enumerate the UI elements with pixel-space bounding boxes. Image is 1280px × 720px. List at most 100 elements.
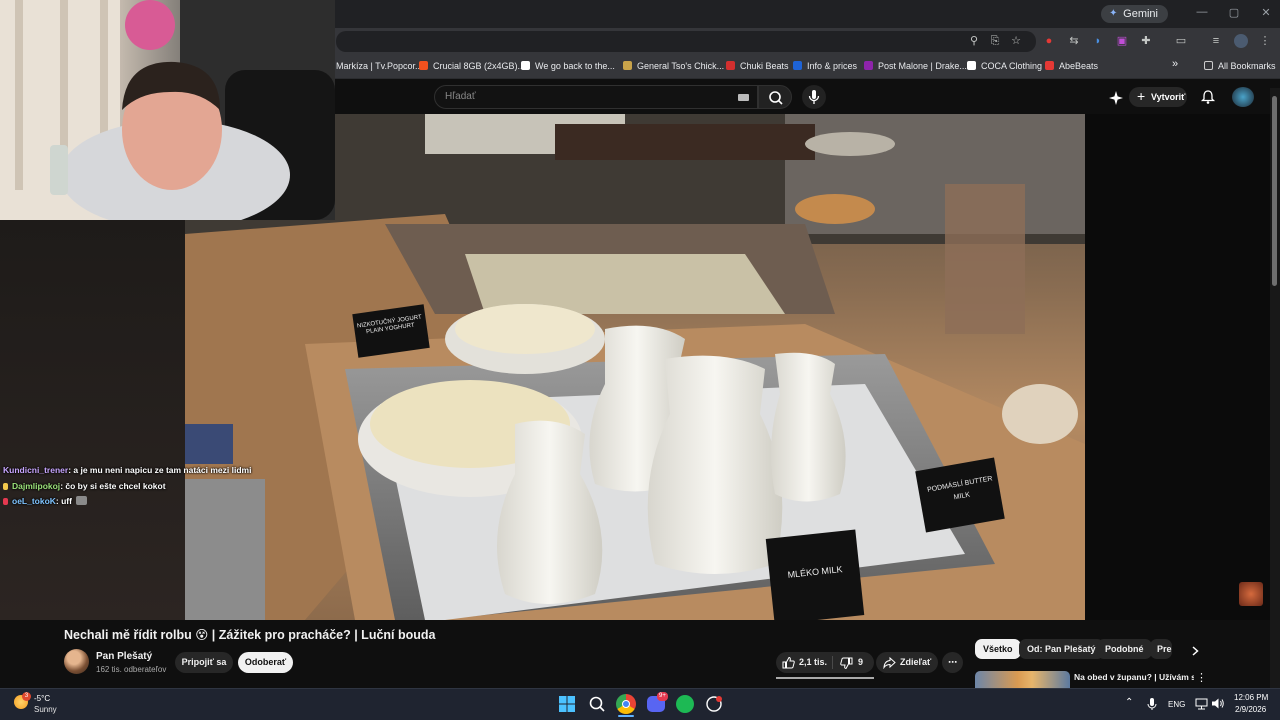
minimize-icon[interactable]: — (1192, 6, 1212, 18)
app-taskbar-icon[interactable] (705, 695, 723, 713)
bookmark-item[interactable]: COCA Clothing (967, 61, 1042, 71)
bookmark-favicon-icon (623, 61, 632, 70)
subscriber-count: 162 tis. odberateľov (96, 665, 167, 674)
notification-center-icon[interactable] (1267, 696, 1273, 710)
search-button[interactable] (758, 85, 792, 109)
tray-microphone-icon[interactable] (1146, 697, 1158, 711)
windows-start-icon[interactable] (558, 695, 576, 713)
chip-from-channel[interactable]: Od: Pan Plešatý (1019, 639, 1104, 659)
split-view-icon[interactable]: ▭ (1174, 34, 1188, 48)
bookmark-item[interactable]: Post Malone | Drake... (864, 61, 967, 71)
chat-username: Kundicni_trener (3, 465, 69, 475)
more-actions-button[interactable]: ⋯ (942, 652, 963, 673)
taskbar-search-icon[interactable] (588, 695, 606, 713)
like-dislike-group: 2,1 tis. 9 (776, 652, 874, 673)
webcam-overlay (0, 0, 335, 220)
volume-icon[interactable] (1211, 697, 1225, 710)
bookmark-favicon-icon (967, 61, 976, 70)
extension-red-icon[interactable]: ● (1042, 34, 1056, 48)
language-indicator[interactable]: ENG (1168, 700, 1185, 709)
chat-badge-icon (3, 498, 8, 505)
address-bar[interactable] (336, 31, 1036, 52)
chat-badge-icon (3, 482, 8, 490)
clock-date[interactable]: 2/9/2026 (1235, 705, 1266, 714)
join-button[interactable]: Pripojiť sa (175, 652, 233, 673)
scrollbar-thumb[interactable] (1272, 96, 1277, 286)
weather-temperature[interactable]: -5°C (34, 694, 50, 703)
folder-icon (1204, 61, 1213, 70)
bookmark-favicon-icon (419, 61, 428, 70)
chrome-taskbar-icon[interactable] (616, 694, 636, 714)
webcam-feed (0, 0, 335, 220)
create-button[interactable]: Vytvoriť (1129, 86, 1187, 107)
spotify-taskbar-icon[interactable] (676, 695, 694, 713)
channel-avatar[interactable] (64, 649, 89, 674)
channel-name[interactable]: Pan Plešatý (96, 651, 152, 662)
chip-all[interactable]: Všetko (975, 639, 1021, 659)
chrome-active-indicator (618, 715, 634, 717)
subscribe-button[interactable]: Odoberať (238, 652, 293, 673)
chat-text: : a je mu neni napicu ze tam natáci mezi… (68, 465, 252, 475)
bookmark-item[interactable]: Crucial 8GB (2x4GB)... (419, 61, 525, 71)
like-count[interactable]: 2,1 tis. (799, 652, 827, 673)
player-side-area (1085, 114, 1270, 620)
discord-badge: 9+ (657, 692, 668, 701)
recommendation-menu-icon[interactable]: ⋮ (1196, 671, 1207, 684)
weather-condition[interactable]: Sunny (34, 705, 57, 714)
extension-arrows-icon[interactable]: ⇆ (1067, 34, 1081, 48)
close-icon[interactable]: ✕ (1256, 6, 1276, 19)
bookmark-item[interactable]: AbeBeats (1045, 61, 1098, 71)
bookmark-item[interactable]: Markíza | Tv.Popcor... (336, 61, 423, 71)
bookmark-item[interactable]: General Tso's Chick... (623, 61, 724, 71)
dislike-count[interactable]: 9 (858, 652, 863, 673)
thumbs-down-icon[interactable] (840, 657, 853, 670)
search-placeholder: Hľadať (445, 91, 476, 102)
tray-overflow-icon[interactable]: ⌃ (1125, 697, 1133, 708)
chip-for-you[interactable]: Pre (1150, 639, 1172, 659)
gemini-button[interactable]: Gemini (1101, 5, 1168, 23)
like-divider (832, 656, 833, 669)
extensions-puzzle-icon[interactable]: ✚ (1139, 34, 1153, 48)
chat-message: oeL_tokoK: uff (3, 494, 263, 510)
bookmark-item[interactable]: Chuki Beats (726, 61, 789, 71)
chip-related[interactable]: Podobné (1097, 639, 1152, 659)
notifications-bell-icon[interactable] (1200, 89, 1216, 105)
extension-twitch-icon[interactable]: ▣ (1115, 34, 1129, 48)
recommendation-title[interactable]: Na obed v županu? | Užívám si (1074, 672, 1194, 682)
channel-watermark-icon[interactable] (1239, 582, 1263, 606)
recommendation-thumbnail[interactable] (975, 671, 1070, 689)
bookmarks-overflow-icon[interactable]: » (1172, 58, 1178, 70)
page-scrollbar[interactable] (1270, 88, 1280, 688)
share-arrow-icon (883, 656, 896, 669)
gemini-sparkle-icon[interactable] (1108, 90, 1124, 106)
bookmark-item[interactable]: Info & prices (793, 61, 857, 71)
reading-list-icon[interactable]: ≡ (1209, 34, 1223, 48)
bookmark-favicon-icon (864, 61, 873, 70)
zoom-icon[interactable]: ⚲ (967, 34, 981, 48)
network-icon[interactable] (1195, 697, 1208, 710)
account-avatar[interactable] (1232, 87, 1254, 107)
install-app-icon[interactable]: ⎘ (988, 34, 1002, 48)
keyboard-icon[interactable] (738, 94, 749, 101)
cat-emote-icon (75, 496, 87, 505)
bookmark-favicon-icon (726, 61, 735, 70)
share-button[interactable]: Zdieľať (876, 652, 938, 673)
thumbs-up-icon[interactable] (782, 656, 795, 669)
chevron-right-icon[interactable] (1188, 644, 1202, 658)
video-title: Nechali mě řídit rolbu 😵 | Zážitek pro p… (64, 628, 436, 642)
chrome-menu-icon[interactable]: ⋮ (1258, 34, 1272, 48)
clock-time[interactable]: 12:06 PM (1234, 693, 1268, 702)
search-icon (769, 91, 783, 105)
stream-left-panel (0, 220, 185, 620)
maximize-icon[interactable]: ▢ (1224, 6, 1244, 19)
bookmark-star-icon[interactable]: ☆ (1009, 34, 1023, 48)
bookmark-favicon-icon (793, 61, 802, 70)
search-input[interactable]: Hľadať (434, 85, 758, 109)
chat-text: : čo by si ešte chcel kokot (60, 480, 166, 491)
bookmark-item[interactable]: We go back to the... (521, 61, 615, 71)
voice-search-button[interactable] (802, 85, 826, 109)
extension-audio-icon[interactable]: ◗ (1091, 34, 1105, 48)
profile-avatar-icon[interactable] (1234, 34, 1248, 48)
share-label: Zdieľať (900, 657, 932, 667)
all-bookmarks-button[interactable]: All Bookmarks (1204, 61, 1276, 71)
